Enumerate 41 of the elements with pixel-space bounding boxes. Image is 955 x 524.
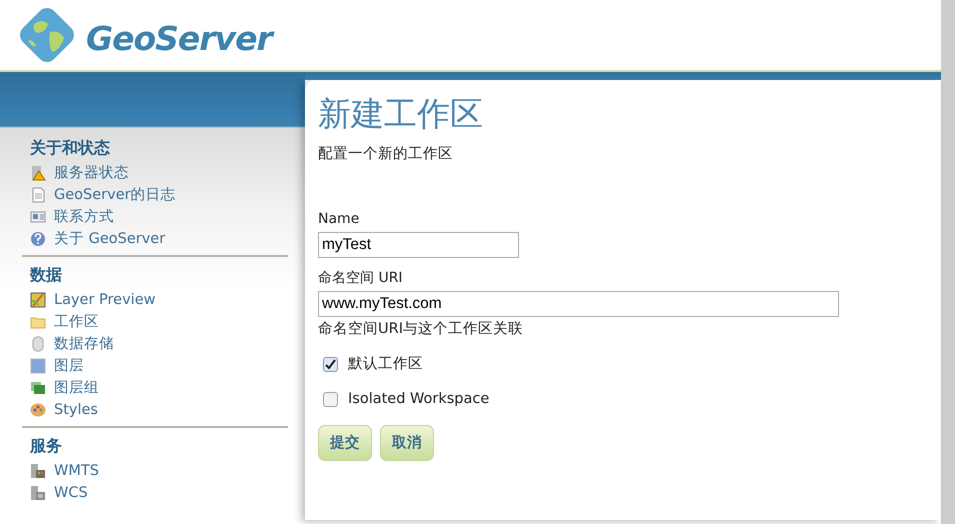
palette-icon — [30, 402, 46, 418]
field-hint: 命名空间URI与这个工作区关联 — [318, 320, 524, 340]
square-icon — [30, 358, 46, 374]
stacked-squares-icon — [30, 380, 46, 396]
help-icon — [30, 231, 46, 247]
sidebar-link[interactable]: 服务器状态 — [30, 162, 288, 184]
sidebar-link[interactable]: 关于 GeoServer — [30, 228, 288, 250]
database-icon — [30, 336, 46, 352]
sidebar-link[interactable]: 数据存储 — [30, 333, 288, 355]
server-icon — [30, 485, 46, 501]
field-label: 命名空间 URI — [318, 269, 404, 288]
scrollbar[interactable] — [941, 0, 955, 524]
section-heading: 数据 — [30, 264, 63, 286]
logo-text: GeoServer — [86, 14, 272, 64]
sidebar-link[interactable]: 工作区 — [30, 311, 288, 333]
page-description: 配置一个新的工作区 — [318, 144, 454, 164]
form-button[interactable]: 取消 — [380, 424, 434, 461]
sidebar-link[interactable]: WCS — [30, 482, 288, 504]
input-field[interactable]: myTest — [318, 232, 519, 258]
section-heading: 关于和状态 — [30, 137, 111, 159]
form-button[interactable]: 提交 — [318, 424, 372, 461]
map-icon — [30, 292, 46, 308]
checkbox[interactable] — [323, 392, 338, 408]
checkbox[interactable] — [323, 357, 338, 372]
checkbox-label: Isolated Workspace — [348, 390, 490, 409]
sidebar-link[interactable]: 联系方式 — [30, 206, 288, 228]
field-label: Name — [318, 210, 360, 230]
sidebar-link[interactable]: GeoServer的日志 — [30, 184, 288, 206]
section-heading: 服务 — [30, 435, 63, 457]
input-field[interactable]: www.myTest.com — [318, 291, 839, 318]
contact-card-icon — [30, 209, 46, 225]
checkbox-label: 默认工作区 — [348, 355, 423, 374]
server-grid-icon — [30, 463, 46, 479]
sidebar-link[interactable]: 图层 — [30, 355, 288, 377]
sidebar-link[interactable]: WMTS — [30, 460, 288, 482]
server-warning-icon — [30, 165, 46, 181]
sidebar-link[interactable]: Layer Preview — [30, 289, 288, 311]
document-icon — [30, 187, 46, 203]
page-title: 新建工作区 — [318, 94, 484, 134]
sidebar-link[interactable]: 图层组 — [30, 377, 288, 399]
sidebar-link[interactable]: Styles — [30, 399, 288, 421]
